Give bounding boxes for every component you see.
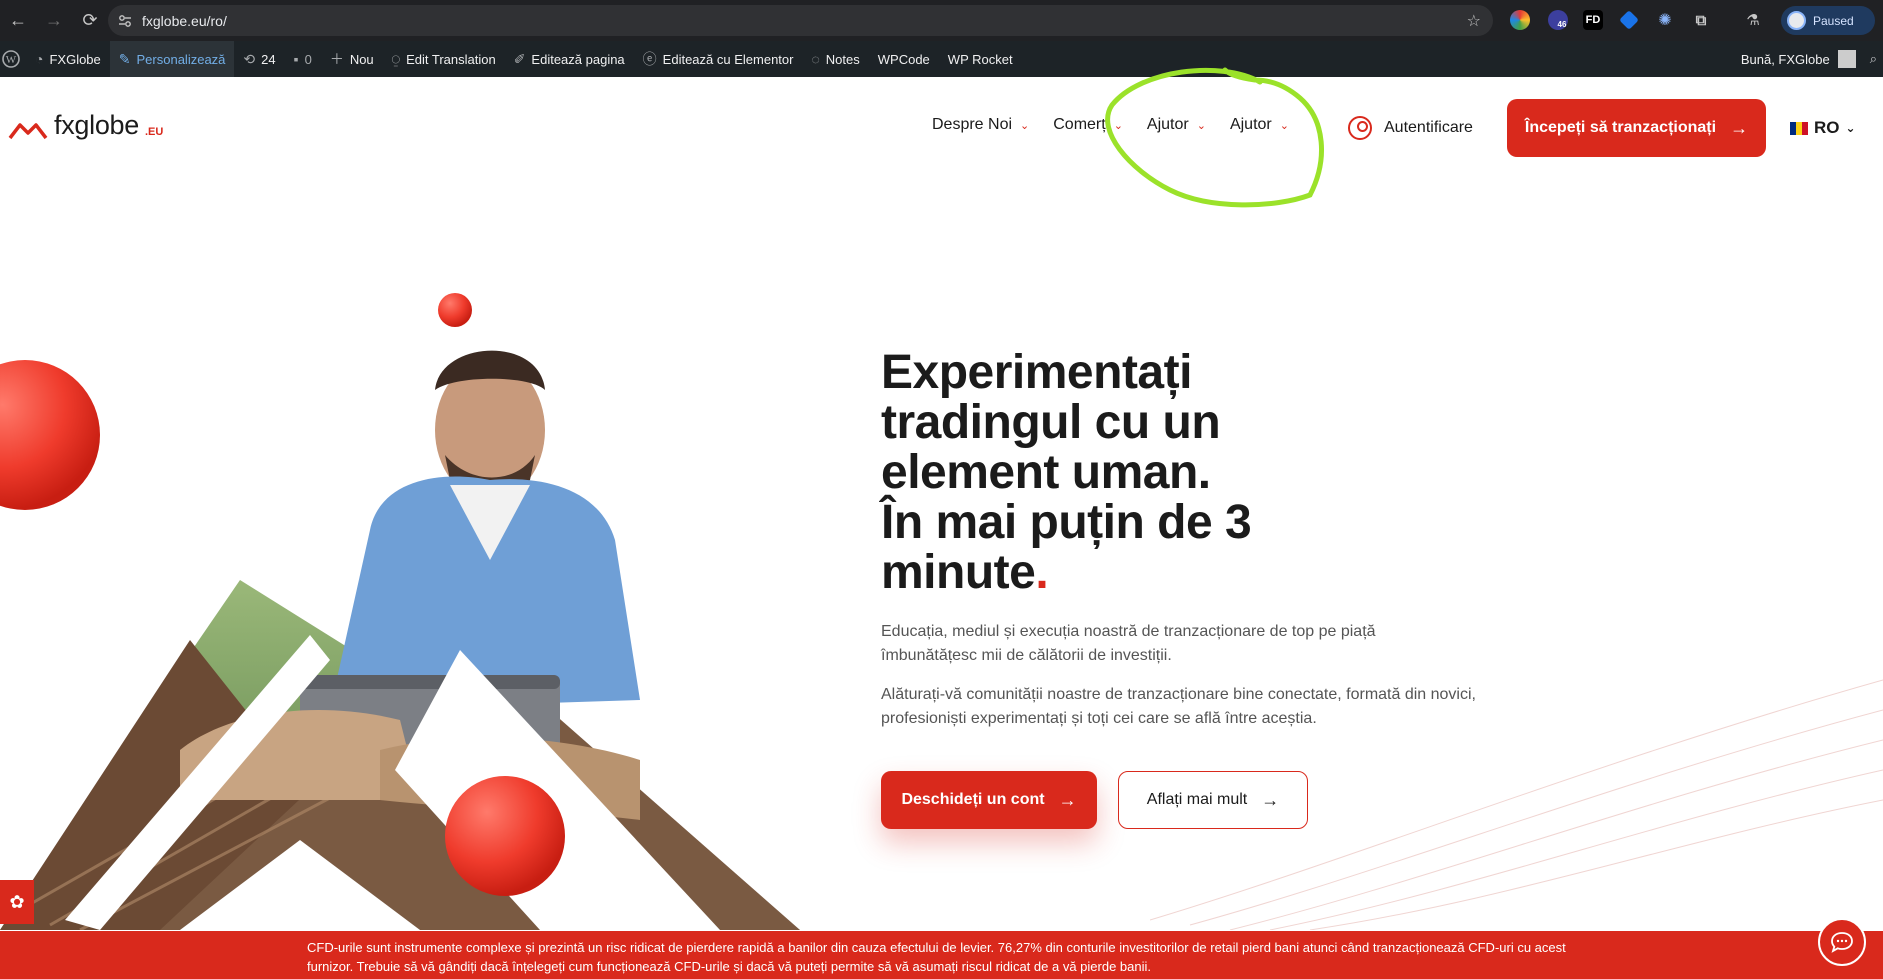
- risk-warning-text: CFD-urile sunt instrumente complexe și p…: [307, 940, 1566, 974]
- adminbar-edit-page[interactable]: ✐ Editează pagina: [505, 41, 634, 77]
- chevron-down-icon: ⌄: [1020, 119, 1030, 132]
- flask-icon[interactable]: ⚗: [1743, 10, 1763, 30]
- logo-mark-icon: [8, 123, 48, 140]
- arrow-right-icon: →: [1261, 789, 1280, 810]
- logo-text: fxglobe: [54, 110, 139, 140]
- adminbar-account[interactable]: Bună, FXGlobe ⌕: [1741, 41, 1883, 77]
- adminbar-updates[interactable]: ⟲ 24: [234, 41, 284, 77]
- start-trading-button[interactable]: Începeți să tranzacționați →: [1507, 99, 1766, 157]
- risk-warning-banner: CFD-urile sunt instrumente complexe și p…: [0, 931, 1883, 979]
- fd-extension-icon[interactable]: FD: [1583, 10, 1603, 30]
- url-text[interactable]: fxglobe.eu/ro/: [142, 13, 227, 29]
- plus-icon: ＋: [329, 51, 344, 67]
- hero-image: [0, 293, 800, 930]
- avatar: [1837, 50, 1856, 68]
- updates-icon: ⟲: [243, 50, 256, 67]
- adminbar-notes[interactable]: ◌ Notes: [802, 41, 868, 77]
- adminbar-new[interactable]: ＋ Nou: [321, 41, 383, 77]
- adminbar-customize[interactable]: ✎ Personalizează: [109, 41, 235, 77]
- adminbar-comments[interactable]: ▪ 0: [285, 41, 321, 77]
- back-arrow-icon[interactable]: ←: [0, 3, 36, 39]
- browser-toolbar: ← → ⟳ fxglobe.eu/ro/ ☆ 46 FD ✺ ⧉ ⚗ Pause…: [0, 0, 1883, 41]
- reload-icon[interactable]: ⟳: [72, 3, 108, 39]
- site-settings-icon[interactable]: [108, 14, 142, 28]
- tag-extension-icon[interactable]: [1619, 10, 1639, 30]
- login-link[interactable]: Autentificare: [1348, 116, 1473, 140]
- adminbar-wpcode[interactable]: WPCode: [869, 41, 939, 77]
- nav-item-despre-noi[interactable]: Despre Noi ⌄: [932, 116, 1029, 134]
- wp-admin-bar: W ◔ FXGlobe ✎ Personalizează ⟲ 24 ▪ 0 ＋ …: [0, 41, 1883, 77]
- adminbar-greeting: Bună, FXGlobe: [1740, 51, 1830, 67]
- chevron-down-icon: ⌄: [1845, 121, 1856, 135]
- comment-icon: ▪: [293, 51, 299, 67]
- adminbar-site-name[interactable]: ◔ FXGlobe: [26, 41, 110, 77]
- pencil-icon: ✐: [513, 50, 526, 67]
- hero-paragraph-1: Educația, mediul și execuția noastră de …: [881, 623, 1376, 664]
- chat-bubble-icon: [1831, 932, 1853, 953]
- avatar: [1787, 11, 1806, 30]
- open-account-button[interactable]: Deschideți un cont →: [881, 771, 1097, 829]
- site-logo[interactable]: fxglobe .EU: [8, 110, 163, 141]
- user-icon: [1348, 116, 1372, 140]
- dashboard-icon: ◔: [35, 51, 44, 67]
- address-bar[interactable]: fxglobe.eu/ro/ ☆: [108, 5, 1493, 36]
- search-icon[interactable]: ⌕: [1870, 51, 1877, 67]
- hero-paragraph-2: Alăturați-vă comunității noastre de tran…: [881, 686, 1476, 727]
- gear-extension-icon[interactable]: ✺: [1655, 10, 1675, 30]
- accessibility-widget-icon[interactable]: ✿: [0, 880, 34, 924]
- puzzle-icon[interactable]: ⧉: [1691, 10, 1711, 30]
- brush-icon: ✎: [118, 50, 131, 67]
- adminbar-edit-translation[interactable]: ⍜ Edit Translation: [383, 41, 505, 77]
- adminbar-wprocket[interactable]: WP Rocket: [939, 41, 1022, 77]
- bookmark-star-icon[interactable]: ☆: [1467, 11, 1481, 31]
- arrow-right-icon: →: [1730, 117, 1749, 138]
- notes-icon: ◌: [811, 51, 820, 67]
- romania-flag-icon: [1790, 121, 1808, 135]
- translate-icon: ⍜: [391, 50, 401, 67]
- language-selector[interactable]: RO ⌄: [1790, 118, 1856, 138]
- learn-more-button[interactable]: Aflați mai mult →: [1118, 771, 1308, 829]
- extension-badge-icon[interactable]: 46: [1548, 10, 1568, 30]
- profile-button[interactable]: Paused: [1781, 6, 1875, 35]
- wordpress-logo-icon[interactable]: W: [0, 41, 26, 77]
- adminbar-edit-elementor[interactable]: ⓔ Editează cu Elementor: [634, 41, 803, 77]
- chat-button[interactable]: [1818, 918, 1866, 966]
- forward-arrow-icon[interactable]: →: [36, 3, 72, 39]
- arrow-right-icon: →: [1058, 789, 1077, 810]
- color-picker-extension-icon[interactable]: [1510, 10, 1530, 30]
- logo-suffix: .EU: [144, 126, 164, 138]
- svg-text:W: W: [6, 54, 17, 66]
- hero-title: Experimentați tradingul cu un element um…: [881, 346, 1252, 599]
- annotation-circle: [1105, 67, 1324, 208]
- elementor-icon: ⓔ: [642, 51, 657, 67]
